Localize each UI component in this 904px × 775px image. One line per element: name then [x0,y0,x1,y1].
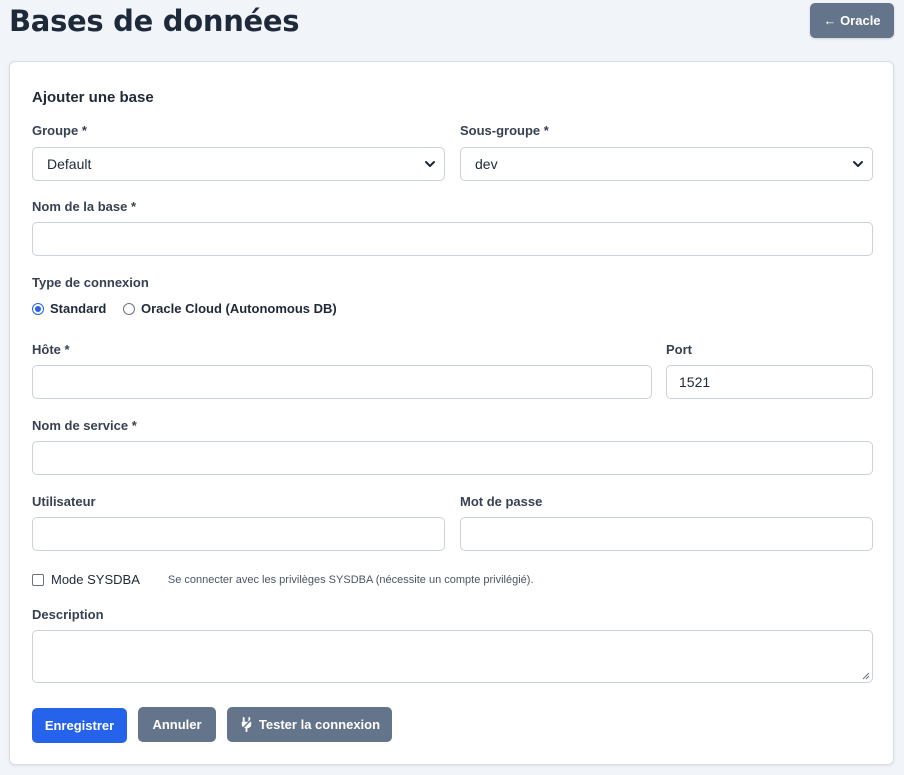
group-label: Groupe * [32,123,87,138]
sysdba-row: Mode SYSDBA Se connecter avec les privil… [32,572,534,587]
radio-standard-button[interactable] [32,302,44,315]
user-label: Utilisateur [32,494,96,509]
chevron-down-icon [425,161,435,167]
host-input[interactable] [32,365,652,399]
user-input[interactable] [32,517,445,551]
page-title: Bases de données [9,4,300,38]
resize-handle-icon[interactable] [861,671,870,680]
cancel-button[interactable]: Annuler [138,707,216,742]
service-name-input[interactable] [32,441,873,475]
subgroup-select[interactable]: dev [460,147,873,181]
test-connection-label: Tester la connexion [258,717,381,732]
password-label: Mot de passe [460,494,543,509]
password-input[interactable] [460,517,873,551]
subgroup-select-value: dev [475,156,498,172]
group-select-value: Default [47,156,92,172]
port-input[interactable]: 1521 [666,365,873,399]
add-database-card: Ajouter une base Groupe * Default Sous-g… [9,61,894,765]
description-textarea[interactable] [32,630,873,683]
port-label: Port [666,342,692,357]
form-title: Ajouter une base [32,89,154,106]
host-label: Hôte * [32,342,70,357]
radio-oracle-cloud[interactable]: Oracle Cloud (Autonomous DB) [123,301,337,316]
subgroup-label: Sous-groupe * [460,123,549,138]
connection-type-label: Type de connexion [32,275,149,290]
radio-standard-label: Standard [50,301,107,316]
radio-oracle-cloud-button[interactable] [123,302,135,315]
service-name-label: Nom de service * [32,418,137,433]
chevron-down-icon [853,161,863,167]
back-oracle-button[interactable]: ← Oracle [810,3,894,38]
sysdba-hint: Se connecter avec les privilèges SYSDBA … [167,573,534,586]
test-connection-button[interactable]: Tester la connexion [227,707,392,742]
sysdba-checkbox[interactable] [32,573,44,586]
group-select[interactable]: Default [32,147,445,181]
radio-oracle-cloud-label: Oracle Cloud (Autonomous DB) [141,301,337,316]
description-label: Description [32,607,104,622]
sysdba-label: Mode SYSDBA [51,572,140,587]
db-name-label: Nom de la base * [32,199,137,214]
radio-standard[interactable]: Standard [32,301,106,316]
plug-icon [240,717,253,732]
save-button[interactable]: Enregistrer [32,708,127,743]
db-name-input[interactable] [32,222,873,256]
